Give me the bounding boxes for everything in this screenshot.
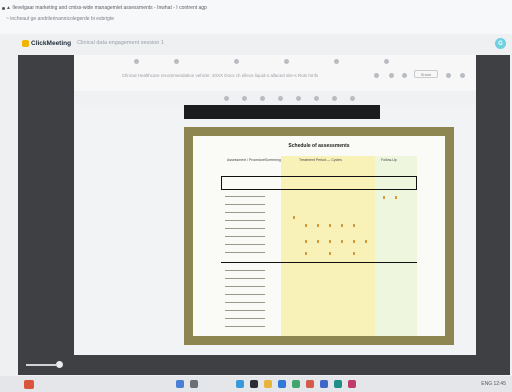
column-header: Treatment Period — Cycles	[299, 158, 342, 162]
table-mark	[341, 240, 343, 243]
table-mark	[365, 240, 367, 243]
format-icon[interactable]	[296, 96, 301, 101]
table-row	[225, 270, 265, 274]
toolbar-icon[interactable]	[134, 59, 139, 64]
document-path: Cllnical Healthcare recommendation vehic…	[122, 73, 319, 78]
format-icon[interactable]	[314, 96, 319, 101]
format-toolbar	[74, 91, 476, 105]
table-row	[225, 228, 265, 232]
taskbar-app-icon[interactable]	[292, 380, 300, 388]
toolbar-icon[interactable]	[334, 59, 339, 64]
table-mark	[329, 240, 331, 243]
format-icon[interactable]	[350, 96, 355, 101]
format-icon[interactable]	[224, 96, 229, 101]
page-header-band	[184, 105, 380, 119]
highlight-line	[221, 262, 417, 263]
logo-text: ClickMeeting	[31, 39, 72, 47]
table-row	[225, 278, 265, 282]
table-row	[225, 294, 265, 298]
column-header: Follow-Up	[381, 158, 397, 162]
table-mark	[383, 196, 385, 199]
table-row	[225, 318, 265, 322]
table-row	[225, 220, 265, 224]
sheet-title: Schedule of assessments	[288, 143, 350, 149]
format-icon[interactable]	[332, 96, 337, 101]
table-mark	[317, 224, 319, 227]
format-icon[interactable]	[278, 96, 283, 101]
taskbar-app-icon[interactable]	[236, 380, 244, 388]
presentation-stage: Cllnical Healthcare recommendation vehic…	[18, 55, 510, 375]
table-row	[225, 302, 265, 306]
table-mark	[329, 224, 331, 227]
logo-icon	[22, 39, 29, 47]
os-taskbar: ENG 12:45	[0, 376, 512, 392]
volume-slider-track[interactable]	[26, 364, 56, 366]
table-mark	[293, 216, 295, 219]
table-mark	[353, 252, 355, 255]
volume-slider-knob[interactable]	[56, 361, 63, 368]
table-row	[225, 236, 265, 240]
table-row	[225, 326, 265, 330]
assessment-table: Assessment / Procedure Screening Treatme…	[221, 156, 423, 336]
toolbar-icon[interactable]	[374, 73, 379, 78]
app-header: ClickMeeting Clinical data engagement se…	[0, 34, 512, 52]
avatar-initial: G	[498, 40, 503, 47]
search-icon[interactable]	[190, 380, 198, 388]
meeting-title: Clinical data engagement session 1	[77, 40, 164, 46]
document-slide: Schedule of assessments Assessment / Pro…	[184, 127, 454, 345]
format-icon[interactable]	[260, 96, 265, 101]
folder-icon[interactable]	[264, 380, 272, 388]
browser-icon[interactable]	[278, 380, 286, 388]
toolbar-icon[interactable]	[384, 59, 389, 64]
toolbar-icon[interactable]	[389, 73, 394, 78]
browser-title-line: ▲ Ilevelgaar marketing and cmiss-wide ma…	[6, 5, 207, 11]
toolbar-icon[interactable]	[284, 59, 289, 64]
table-row	[225, 196, 265, 200]
table-mark	[317, 240, 319, 243]
browser-subtitle-line: ~ incheaut ge andrilerinannicolegerde bi…	[6, 16, 114, 22]
taskbar-app-icon[interactable]	[334, 380, 342, 388]
table-mark	[305, 224, 307, 227]
table-mark	[395, 196, 397, 199]
table-mark	[341, 224, 343, 227]
share-button[interactable]: Share	[414, 70, 438, 78]
table-row	[225, 244, 265, 248]
table-mark	[305, 240, 307, 243]
table-row	[225, 252, 265, 256]
app-logo[interactable]: ClickMeeting	[22, 39, 72, 47]
toolbar-icon[interactable]	[402, 73, 407, 78]
start-icon[interactable]	[176, 380, 184, 388]
table-mark	[305, 252, 307, 255]
bullet-icon	[2, 7, 5, 10]
user-avatar[interactable]: G	[495, 38, 506, 49]
widgets-icon[interactable]	[24, 380, 34, 389]
toolbar-icon[interactable]	[460, 73, 465, 78]
table-row	[225, 286, 265, 290]
taskbar-app-icon[interactable]	[306, 380, 314, 388]
toolbar-icon[interactable]	[234, 59, 239, 64]
column-header: Screening	[265, 158, 281, 162]
browser-top-bar: ▲ Ilevelgaar marketing and cmiss-wide ma…	[0, 0, 512, 34]
column-header: Assessment / Procedure	[227, 158, 266, 162]
taskbar-app-icon[interactable]	[250, 380, 258, 388]
toolbar-icon[interactable]	[446, 73, 451, 78]
table-mark	[329, 252, 331, 255]
taskbar-app-icon[interactable]	[320, 380, 328, 388]
toolbar-icon[interactable]	[174, 59, 179, 64]
taskbar-app-icon[interactable]	[348, 380, 356, 388]
table-mark	[353, 224, 355, 227]
table-row	[225, 212, 265, 216]
table-row	[225, 204, 265, 208]
table-row	[225, 310, 265, 314]
table-mark	[353, 240, 355, 243]
highlight-box	[221, 176, 417, 190]
assessment-sheet: Schedule of assessments Assessment / Pro…	[193, 136, 445, 336]
shared-screen-window: Cllnical Healthcare recommendation vehic…	[74, 55, 476, 355]
document-toolbar: Cllnical Healthcare recommendation vehic…	[74, 55, 476, 91]
format-icon[interactable]	[242, 96, 247, 101]
system-tray[interactable]: ENG 12:45	[481, 381, 506, 387]
